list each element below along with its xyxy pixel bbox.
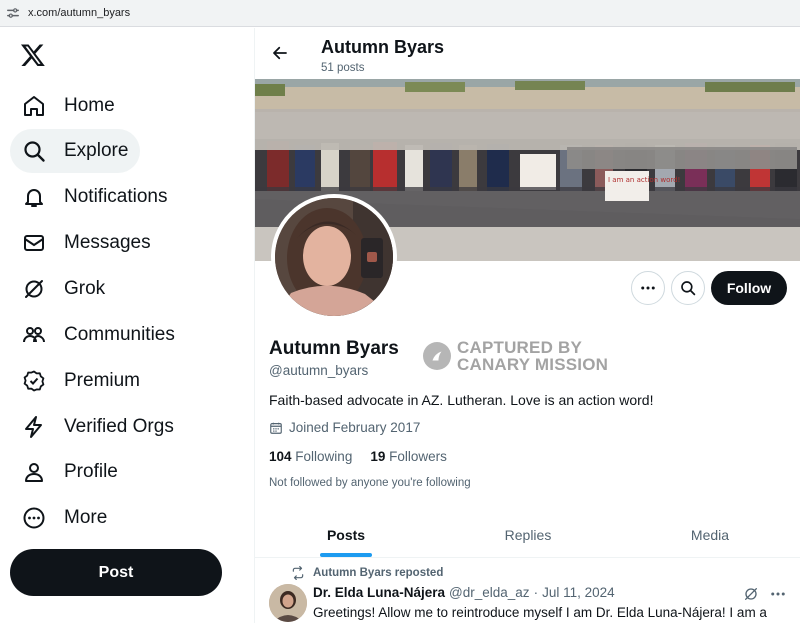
follow-button[interactable]: Follow <box>711 271 787 305</box>
x-logo-icon[interactable] <box>20 42 46 68</box>
browser-address-bar[interactable]: x.com/autumn_byars <box>0 0 800 27</box>
active-tab-indicator <box>320 553 372 557</box>
sidebar-item-notifications[interactable]: Notifications <box>10 175 180 219</box>
profile-handle: @autumn_byars <box>269 363 369 378</box>
sidebar-item-premium[interactable]: Premium <box>10 359 152 403</box>
sidebar-item-label: Notifications <box>64 186 168 207</box>
sidebar-item-label: More <box>64 507 108 528</box>
profile-header-bar: Autumn Byars 51 posts <box>255 28 800 79</box>
search-icon <box>681 281 696 296</box>
back-arrow-icon[interactable] <box>269 42 291 64</box>
tab-label: Posts <box>326 526 366 543</box>
watermark-line-2: CANARY MISSION <box>457 355 609 374</box>
envelope-icon <box>22 231 46 255</box>
grok-icon <box>22 277 46 301</box>
tweet-text: Greetings! Allow me to reintroduce mysel… <box>313 605 767 620</box>
sidebar-item-verified-orgs[interactable]: Verified Orgs <box>10 405 186 449</box>
sidebar-item-label: Verified Orgs <box>64 416 174 437</box>
tweet-author-handle[interactable]: @dr_elda_az <box>449 585 530 600</box>
sidebar-item-label: Grok <box>64 278 106 299</box>
banner-sign-text: I am an action word! <box>608 176 680 184</box>
person-icon <box>22 460 46 484</box>
tweet-author-name[interactable]: Dr. Elda Luna-Nájera <box>313 585 445 600</box>
profile-bio: Faith-based advocate in AZ. Lutheran. Lo… <box>269 392 654 408</box>
repost-indicator: Autumn Byars reposted <box>291 566 443 580</box>
verified-badge-icon <box>22 369 46 393</box>
tweet-author-avatar[interactable] <box>269 584 307 622</box>
following-label: Following <box>295 449 353 464</box>
profile-name: Autumn Byars <box>269 338 399 359</box>
followers-label: Followers <box>389 449 447 464</box>
ellipsis-icon <box>641 286 655 290</box>
following-link[interactable]: 104 Following <box>269 449 352 464</box>
sidebar-item-label: Explore <box>64 140 129 161</box>
post-button[interactable]: Post <box>10 549 222 596</box>
tweet-more-icon[interactable] <box>769 585 787 603</box>
not-followed-note: Not followed by anyone you're following <box>269 477 471 489</box>
sidebar-item-profile[interactable]: Profile <box>10 450 130 494</box>
sidebar-item-label: Messages <box>64 232 151 253</box>
followers-count: 19 <box>370 449 386 464</box>
search-icon <box>22 139 46 163</box>
more-circle-icon <box>22 506 46 530</box>
tab-replies[interactable]: Replies <box>437 512 619 557</box>
tweet-actions-top <box>743 585 787 603</box>
tab-label: Replies <box>504 526 552 543</box>
calendar-icon <box>270 422 282 434</box>
tab-media[interactable]: Media <box>619 512 800 557</box>
sidebar-item-label: Home <box>64 95 115 116</box>
sidebar-item-more[interactable]: More <box>10 496 119 540</box>
search-profile-button[interactable] <box>671 271 705 305</box>
repost-icon <box>292 566 304 580</box>
sidebar-nav: Home Explore Notifications Messages Grok… <box>0 28 254 623</box>
following-count: 104 <box>269 449 292 464</box>
more-options-button[interactable] <box>631 271 665 305</box>
tab-label: Media <box>690 526 730 543</box>
sidebar-item-label: Profile <box>64 461 118 482</box>
tab-posts[interactable]: Posts <box>255 512 437 557</box>
people-icon <box>22 323 46 347</box>
tweet-separator: · <box>533 585 539 600</box>
profile-column: Autumn Byars 51 posts I am an action wor… <box>254 28 800 623</box>
header-profile-name: Autumn Byars <box>321 37 445 57</box>
header-post-count: 51 posts <box>321 62 365 74</box>
sidebar-item-communities[interactable]: Communities <box>10 313 187 357</box>
sidebar-item-grok[interactable]: Grok <box>10 267 117 311</box>
sidebar-item-label: Premium <box>64 370 141 391</box>
join-date-text: Joined February 2017 <box>289 420 421 435</box>
bell-icon <box>22 185 46 209</box>
sidebar-item-home[interactable]: Home <box>10 84 127 128</box>
tweet-date[interactable]: Jul 11, 2024 <box>542 585 615 600</box>
repost-label[interactable]: Autumn Byars reposted <box>313 567 443 579</box>
follow-stats: 104 Following 19 Followers <box>269 449 465 464</box>
watermark-line-1: CAPTURED BY <box>457 338 582 357</box>
url-text[interactable]: x.com/autumn_byars <box>28 7 130 19</box>
watermark: CAPTURED BY CANARY MISSION <box>423 339 608 373</box>
home-icon <box>22 94 46 118</box>
profile-join-date: Joined February 2017 <box>269 420 420 435</box>
sidebar-item-messages[interactable]: Messages <box>10 221 163 265</box>
site-settings-icon[interactable] <box>6 6 20 20</box>
sidebar-item-label: Communities <box>64 324 175 345</box>
sidebar-item-explore[interactable]: Explore <box>10 129 141 173</box>
grok-icon[interactable] <box>743 586 759 602</box>
followers-link[interactable]: 19 Followers <box>370 449 447 464</box>
profile-tabs: Posts Replies Media <box>255 512 800 558</box>
canary-seal-icon <box>423 342 451 370</box>
profile-avatar[interactable] <box>271 194 397 320</box>
tweet-header: Dr. Elda Luna-Nájera @dr_elda_az · Jul 1… <box>313 585 615 600</box>
lightning-icon <box>22 415 46 439</box>
